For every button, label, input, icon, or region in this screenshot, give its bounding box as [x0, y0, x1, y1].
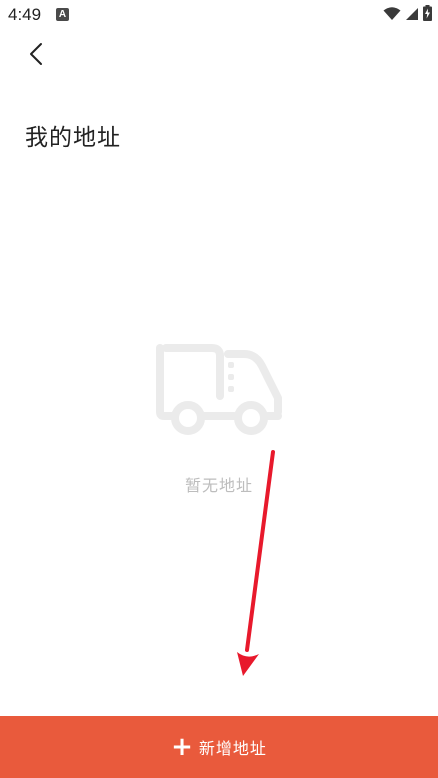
address-screen: 4:49 A 我的地址 暂无地址 + 新增地址 — [0, 0, 438, 778]
add-address-label: 新增地址 — [198, 739, 267, 758]
notification-app-icon: A — [56, 8, 69, 21]
plus-icon: + — [171, 732, 193, 762]
page-title: 我的地址 — [25, 125, 121, 151]
annotation-arrow-icon — [225, 440, 295, 685]
delivery-truck-icon — [152, 340, 286, 440]
status-bar: 4:49 A — [0, 0, 438, 30]
battery-charging-icon — [423, 5, 432, 25]
empty-state-message: 暂无地址 — [184, 476, 253, 495]
chevron-left-icon — [28, 42, 44, 70]
signal-icon — [405, 6, 419, 25]
add-address-button[interactable]: + 新增地址 — [0, 716, 438, 778]
wifi-icon — [383, 6, 401, 25]
status-icons — [383, 5, 432, 25]
status-time: 4:49 — [8, 5, 42, 24]
back-button[interactable] — [18, 38, 54, 74]
